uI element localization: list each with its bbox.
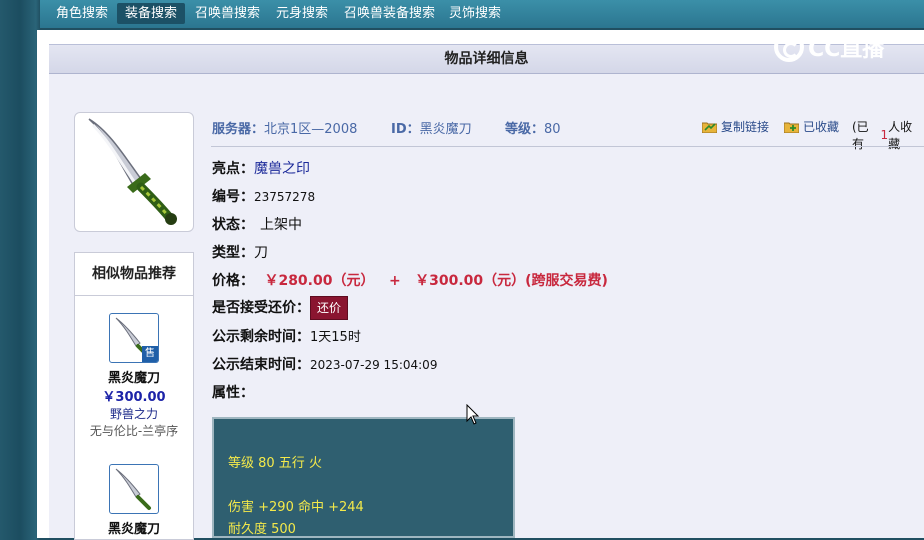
remaining-time-row: 公示剩余时间：1天15时: [212, 326, 361, 346]
id-value: 黑炎魔刀: [419, 122, 472, 137]
attributes-label: 属性：: [212, 385, 254, 401]
counter-offer-row: 是否接受还价： 还价: [212, 296, 349, 320]
tab-avatar-search[interactable]: 元身搜索: [268, 3, 336, 24]
header-divider: [211, 146, 924, 147]
cc-live-logo: CC直播: [774, 30, 884, 64]
type-label: 类型：: [212, 245, 254, 261]
end-time-label: 公示结束时间：: [212, 357, 310, 373]
cc-logo-icon: [774, 32, 804, 62]
remaining-time-value: 1天15时: [310, 330, 361, 345]
scimitar-icon: [88, 118, 177, 225]
favorited-label: 已收藏: [803, 120, 840, 134]
similar-item-price: ￥300.00: [102, 390, 166, 405]
similar-item-card[interactable]: 售 黑炎魔刀 ￥300.00 野兽之力 无与伦比-兰亭序: [75, 313, 193, 439]
favorited-button[interactable]: 已收藏: [783, 118, 840, 135]
scimitar-thumb-icon: [115, 468, 151, 510]
number-row: 编号：23757278: [212, 186, 315, 206]
highlight-value: 魔兽之印: [254, 161, 310, 177]
similar-item-thumb[interactable]: [109, 464, 159, 514]
attr-damage-hit: 伤害 +290 命中 +244: [228, 500, 364, 515]
similar-item-name[interactable]: 黑炎魔刀: [75, 518, 193, 537]
server-value: 北京1区—2008: [264, 122, 358, 137]
status-label: 状态：: [212, 217, 254, 233]
favorite-folder-icon: [783, 121, 800, 133]
id-info: ID：黑炎魔刀: [391, 118, 472, 137]
item-image-frame: [74, 112, 194, 232]
price-row: 价格： ￥280.00（元） + ￥300.00（元）(跨服交易费): [212, 270, 608, 290]
price-value: ￥280.00（元）: [264, 273, 375, 289]
counter-offer-label: 是否接受还价：: [212, 300, 310, 316]
similar-items-panel: 相似物品推荐 售 黑炎魔刀 ￥300.00 野兽之力 无与伦比-兰亭序 黑炎魔刀: [74, 252, 194, 540]
end-time-value: 2023-07-29 15:04:09: [310, 358, 438, 372]
server-label: 服务器：: [212, 122, 265, 137]
price-plus: +: [388, 273, 401, 289]
attributes-row: 属性：: [212, 382, 254, 402]
cross-server-fee: ￥300.00（元）(跨服交易费): [415, 273, 608, 289]
logo-text: CC直播: [808, 37, 885, 62]
highlight-label: 亮点：: [212, 161, 254, 177]
number-label: 编号：: [212, 189, 254, 205]
number-value: 23757278: [254, 190, 316, 204]
tab-summon-equip-search[interactable]: 召唤兽装备搜索: [336, 3, 443, 24]
level-label: 等级：: [505, 122, 545, 137]
similar-item-thumb[interactable]: 售: [109, 313, 159, 363]
sold-badge: 售: [142, 346, 158, 362]
end-time-row: 公示结束时间：2023-07-29 15:04:09: [212, 354, 437, 374]
similar-items-title: 相似物品推荐: [75, 253, 193, 296]
remaining-time-label: 公示剩余时间：: [212, 329, 310, 345]
tab-role-search[interactable]: 角色搜索: [48, 3, 116, 24]
tab-summon-search[interactable]: 召唤兽搜索: [187, 3, 268, 24]
copy-link-label: 复制链接: [721, 120, 770, 134]
similar-item-seller: 无与伦比-兰亭序: [89, 424, 179, 438]
copy-link-button[interactable]: 复制链接: [701, 118, 770, 135]
counter-offer-button[interactable]: 还价: [310, 296, 349, 320]
highlight-row: 亮点：魔兽之印: [212, 158, 310, 178]
level-info: 等级：80: [505, 118, 561, 137]
price-label: 价格：: [212, 273, 254, 289]
attr-durability: 耐久度 500: [228, 522, 296, 537]
status-row: 状态： 上架中: [212, 214, 302, 234]
type-value: 刀: [254, 245, 268, 261]
attr-level-element: 等级 80 五行 火: [228, 456, 322, 471]
status-value: 上架中: [260, 217, 302, 233]
server-info: 服务器：北京1区—2008: [212, 118, 357, 137]
type-row: 类型：刀: [212, 242, 268, 262]
level-value: 80: [544, 122, 561, 137]
tab-ornament-search[interactable]: 灵饰搜索: [441, 3, 509, 24]
top-nav: 角色搜索 装备搜索 召唤兽搜索 元身搜索 召唤兽装备搜索 灵饰搜索: [40, 0, 924, 28]
id-label: ID：: [391, 122, 420, 137]
similar-item-name[interactable]: 黑炎魔刀: [75, 367, 193, 386]
mouse-cursor-icon: [466, 404, 480, 425]
attributes-box: 等级 80 五行 火 伤害 +290 命中 +244 耐久度 500: [212, 417, 515, 538]
similar-item-server: 野兽之力: [109, 407, 158, 421]
similar-item-card[interactable]: 黑炎魔刀: [75, 464, 193, 537]
tab-equipment-search[interactable]: 装备搜索: [117, 3, 186, 24]
copy-link-icon: [701, 121, 718, 133]
favorite-count-number: 1: [880, 128, 889, 142]
